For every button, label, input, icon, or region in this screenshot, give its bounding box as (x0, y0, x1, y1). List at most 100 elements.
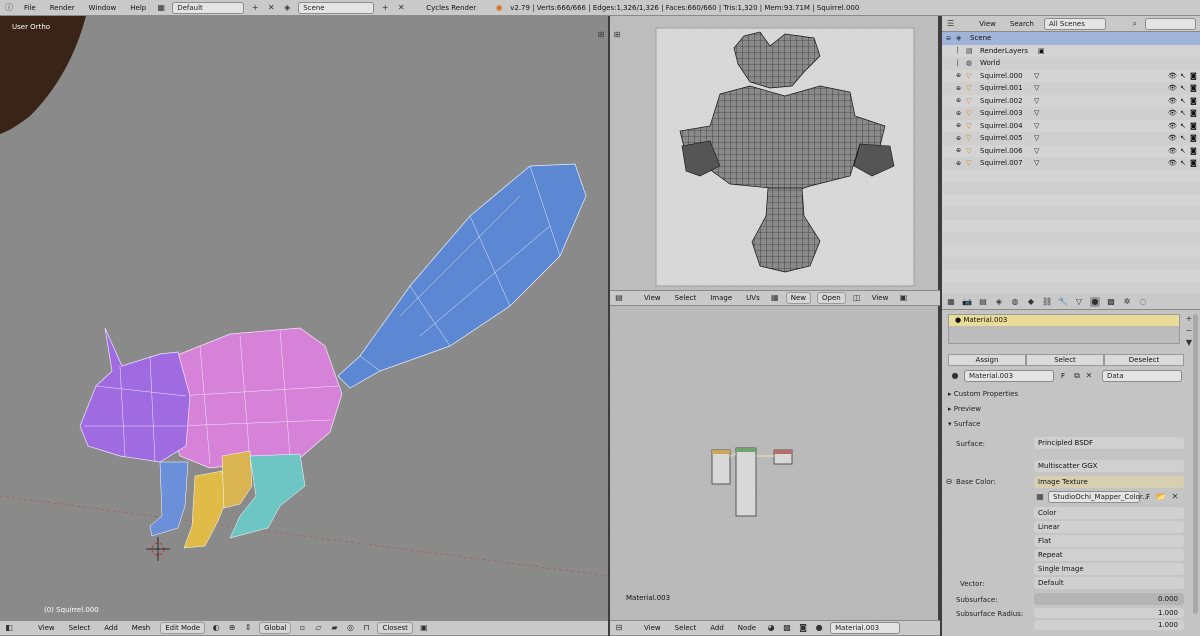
3d-viewport[interactable]: User Ortho (0) Squirrel.000 ⊞ (0, 16, 608, 620)
editor-type-outliner-icon[interactable]: ☰ (946, 19, 955, 29)
physics-tab-icon[interactable]: ◌ (1138, 297, 1148, 307)
visibility-eye-icon[interactable]: 👁 (1168, 97, 1177, 105)
menu-window[interactable]: Window (85, 4, 121, 12)
duplicate-material-icon[interactable]: ⧉ (1072, 371, 1082, 381)
uv-menu-select[interactable]: Select (671, 294, 701, 302)
compositor-nodes-icon[interactable]: ◙ (798, 623, 808, 633)
expand-toggle-icon[interactable]: ⊕ (956, 147, 964, 154)
orientation-selector[interactable]: Global (259, 622, 292, 634)
render-tab-icon[interactable]: 📷 (962, 297, 972, 307)
modifiers-tab-icon[interactable]: 🔧 (1058, 297, 1068, 307)
projection-selector[interactable]: Flat (1034, 535, 1184, 547)
vector-input-selector[interactable]: Default (1034, 577, 1184, 589)
material-slot-list[interactable]: ● Material.003 (948, 314, 1180, 344)
renderable-camera-icon[interactable]: ◙ (1190, 134, 1197, 142)
selectable-cursor-icon[interactable]: ↖ (1180, 147, 1186, 155)
editor-type-properties-icon[interactable]: ▦ (946, 297, 956, 307)
scene-selector[interactable]: Scene (298, 1, 375, 14)
screen-layout-icon[interactable]: ▦ (156, 3, 166, 13)
viewport-menu-view[interactable]: View (34, 624, 59, 632)
select-button[interactable]: Select (1026, 354, 1104, 366)
menu-help[interactable]: Help (126, 4, 150, 12)
outliner-row[interactable]: ⊕ ▽ Squirrel.003 ▽ 👁 ↖ ◙ (942, 107, 1200, 120)
renderable-camera-icon[interactable]: ◙ (1190, 147, 1197, 155)
expand-toggle-icon[interactable]: ⊕ (956, 85, 964, 92)
viewport-menu-select[interactable]: Select (65, 624, 95, 632)
shader-nodes-icon[interactable]: ◕ (766, 623, 776, 633)
open-image-button[interactable]: Open (817, 292, 846, 304)
extension-selector[interactable]: Repeat (1034, 549, 1184, 561)
subsurface-radius-x-field[interactable]: 1.000 (1034, 608, 1184, 618)
uv-menu-uvs[interactable]: UVs (742, 294, 764, 302)
visibility-eye-icon[interactable]: 👁 (1168, 84, 1177, 92)
node-menu-view[interactable]: View (640, 624, 665, 632)
visibility-eye-icon[interactable]: 👁 (1168, 72, 1177, 80)
new-image-button[interactable]: New (785, 292, 812, 304)
image-unlink-icon[interactable]: ✕ (1170, 492, 1180, 502)
surface-shader-selector[interactable]: Principled BSDF (1034, 437, 1184, 449)
edge-select-icon[interactable]: ▱ (313, 623, 323, 633)
editor-type-node-icon[interactable]: ⊟ (614, 623, 624, 633)
panel-custom-properties[interactable]: ▸ Custom Properties (948, 390, 1018, 398)
outliner-filter-selector[interactable]: All Scenes (1043, 17, 1106, 30)
image-texture-node[interactable] (711, 449, 731, 485)
image-display-icon[interactable]: ◫ (852, 293, 862, 303)
properties-scrollbar[interactable] (1193, 314, 1198, 614)
outliner-row[interactable]: ⊕ ▽ Squirrel.006 ▽ 👁 ↖ ◙ (942, 145, 1200, 158)
uv-image-editor[interactable]: ⊞ (610, 16, 938, 290)
node-material-selector[interactable]: Material.003 (830, 622, 901, 634)
editor-type-3d-icon[interactable]: ◧ (4, 623, 14, 633)
selectable-cursor-icon[interactable]: ↖ (1180, 109, 1186, 117)
3d-cursor[interactable] (146, 537, 170, 561)
assign-button[interactable]: Assign (948, 354, 1026, 366)
visibility-eye-icon[interactable]: 👁 (1168, 134, 1177, 142)
outliner-menu-search[interactable]: Search (1006, 20, 1038, 28)
info-icon[interactable]: ⓘ (4, 3, 14, 13)
viewport-menu-add[interactable]: Add (100, 624, 122, 632)
outliner-search-icon[interactable]: ⌕ (1130, 19, 1139, 29)
material-name-field[interactable]: Material.003 (964, 370, 1054, 382)
uv-menu-view-2[interactable]: View (868, 294, 893, 302)
visibility-eye-icon[interactable]: 👁 (1168, 159, 1177, 167)
world-tab-icon[interactable]: ◍ (1010, 297, 1020, 307)
subsurface-slider[interactable]: 0.000 (1034, 593, 1184, 605)
distribution-selector[interactable]: Multiscatter GGX (1034, 460, 1184, 472)
node-menu-add[interactable]: Add (706, 624, 728, 632)
deselect-button[interactable]: Deselect (1104, 354, 1184, 366)
manipulator-icon[interactable]: ⇕ (243, 623, 253, 633)
panel-surface[interactable]: ▾ Surface (948, 420, 980, 428)
constraints-tab-icon[interactable]: ⛓ (1042, 297, 1052, 307)
mode-selector[interactable]: Edit Mode (160, 622, 206, 634)
fake-user-toggle[interactable]: F (1061, 372, 1065, 380)
outliner-menu-view[interactable]: View (975, 20, 1000, 28)
subsurface-radius-y-field[interactable]: 1.000 (1034, 620, 1184, 630)
object-tab-icon[interactable]: ◆ (1026, 297, 1036, 307)
proportional-edit-icon[interactable]: ◎ (345, 623, 355, 633)
selectable-cursor-icon[interactable]: ↖ (1180, 84, 1186, 92)
snap-icon[interactable]: ⊓ (361, 623, 371, 633)
outliner-row[interactable]: ⊕ ▽ Squirrel.001 ▽ 👁 ↖ ◙ (942, 82, 1200, 95)
remove-layout-icon[interactable]: ✕ (266, 3, 276, 13)
data-tab-icon[interactable]: ▽ (1074, 297, 1084, 307)
outliner-row[interactable]: ⊕ ▽ Squirrel.000 ▽ 👁 ↖ ◙ (942, 70, 1200, 83)
shading-icon[interactable]: ◐ (211, 623, 221, 633)
add-layout-icon[interactable]: + (250, 3, 260, 13)
expand-toggle-icon[interactable]: ⊕ (956, 97, 964, 104)
material-output-node[interactable] (773, 449, 793, 465)
visibility-eye-icon[interactable]: 👁 (1168, 122, 1177, 130)
visibility-eye-icon[interactable]: 👁 (1168, 147, 1177, 155)
renderable-camera-icon[interactable]: ◙ (1190, 109, 1197, 117)
outliner-row[interactable]: ⊕ ▽ Squirrel.007 ▽ 👁 ↖ ◙ (942, 157, 1200, 170)
image-browse-icon[interactable]: ▦ (770, 293, 780, 303)
image-source-selector[interactable]: Single Image (1034, 563, 1184, 575)
outliner-row-scene[interactable]: ⊖ ◈ Scene (942, 32, 1200, 45)
image-open-icon[interactable]: 📂 (1156, 492, 1166, 502)
selectable-cursor-icon[interactable]: ↖ (1180, 72, 1186, 80)
vertex-select-icon[interactable]: ▫ (297, 623, 307, 633)
add-scene-icon[interactable]: + (380, 3, 390, 13)
layers-tab-icon[interactable]: ▤ (978, 297, 988, 307)
selectable-cursor-icon[interactable]: ↖ (1180, 122, 1186, 130)
principled-bsdf-node[interactable] (735, 447, 757, 517)
face-select-icon[interactable]: ▰ (329, 623, 339, 633)
outliner-row[interactable]: ⊕ ▽ Squirrel.002 ▽ 👁 ↖ ◙ (942, 95, 1200, 108)
